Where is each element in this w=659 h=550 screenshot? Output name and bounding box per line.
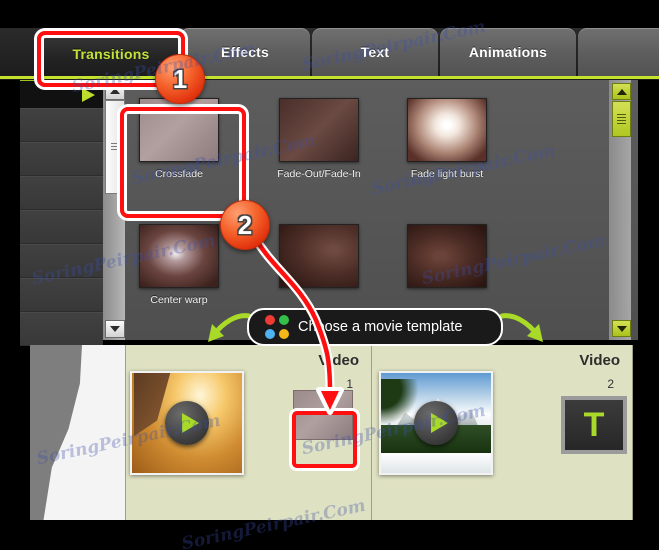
tooltip-label: Choose a movie template: [298, 319, 463, 335]
category-list[interactable]: [20, 80, 103, 346]
transition-label: Center warp: [150, 294, 208, 306]
category-row[interactable]: [20, 244, 103, 278]
transition-item-center-warp[interactable]: Center warp: [125, 224, 233, 306]
transition-thumbnail: [407, 224, 487, 288]
transition-item-fade-out-fade-in[interactable]: Fade-Out/Fade-In: [265, 98, 373, 180]
clip-snow: [381, 453, 491, 473]
track-number: 1: [346, 377, 353, 391]
left-arrow-icon: [205, 312, 252, 351]
scroll-up-icon[interactable]: [612, 83, 631, 100]
category-row[interactable]: [20, 176, 103, 210]
category-row[interactable]: [20, 142, 103, 176]
right-arrow-icon: [499, 312, 546, 351]
tab-text[interactable]: Text: [312, 28, 438, 76]
scrollbar-thumb[interactable]: [612, 101, 631, 137]
transition-item-fade-light-burst[interactable]: Fade light burst: [393, 98, 501, 180]
template-dots-icon: [265, 315, 289, 339]
transition-item-5[interactable]: [265, 224, 373, 294]
transition-thumbnail: [279, 98, 359, 162]
transition-item-6[interactable]: [393, 224, 501, 294]
transition-thumbnail: [407, 98, 487, 162]
tab-effects-label: Effects: [220, 44, 270, 60]
category-row[interactable]: [20, 210, 103, 244]
transition-thumbnail: [279, 224, 359, 288]
tab-text-label: Text: [360, 44, 390, 60]
grip-icon: [110, 142, 120, 152]
video-clip-thumbnail-1[interactable]: [130, 371, 244, 475]
play-icon[interactable]: [165, 401, 209, 445]
timeline-track-2[interactable]: Video 2 T: [371, 345, 632, 520]
highlight-transition-slot: [292, 411, 357, 468]
play-triangle-icon[interactable]: [82, 88, 95, 102]
step-badge-2: 2: [220, 200, 270, 250]
grip-icon: [617, 113, 626, 125]
play-icon[interactable]: [414, 401, 458, 445]
transition-thumbnail: [139, 224, 219, 288]
tab-animations-label: Animations: [468, 44, 548, 60]
tab-overflow[interactable]: [578, 28, 659, 76]
scroll-down-icon[interactable]: [105, 320, 125, 338]
movie-template-tooltip[interactable]: Choose a movie template: [247, 308, 503, 346]
video-editor-window: Transitions Effects Text Animations Cros…: [0, 0, 659, 550]
highlight-crossfade-item: [120, 107, 246, 218]
transition-label: Fade-Out/Fade-In: [277, 168, 361, 180]
timeline-divider: [632, 345, 633, 520]
category-row[interactable]: [20, 312, 103, 346]
tab-animations[interactable]: Animations: [440, 28, 576, 76]
step-badge-1: 1: [155, 54, 205, 104]
video-clip-thumbnail-2[interactable]: [379, 371, 493, 475]
text-glyph: T: [583, 406, 605, 444]
text-element-slot[interactable]: T: [561, 396, 627, 454]
track-title: Video: [579, 352, 620, 369]
track-number: 2: [607, 377, 614, 391]
transitions-scrollbar[interactable]: [609, 80, 631, 340]
category-row[interactable]: [20, 108, 103, 142]
category-row[interactable]: [20, 278, 103, 312]
scroll-down-icon[interactable]: [612, 320, 631, 337]
track-title: Video: [318, 352, 359, 369]
transition-label: Fade light burst: [410, 168, 484, 180]
